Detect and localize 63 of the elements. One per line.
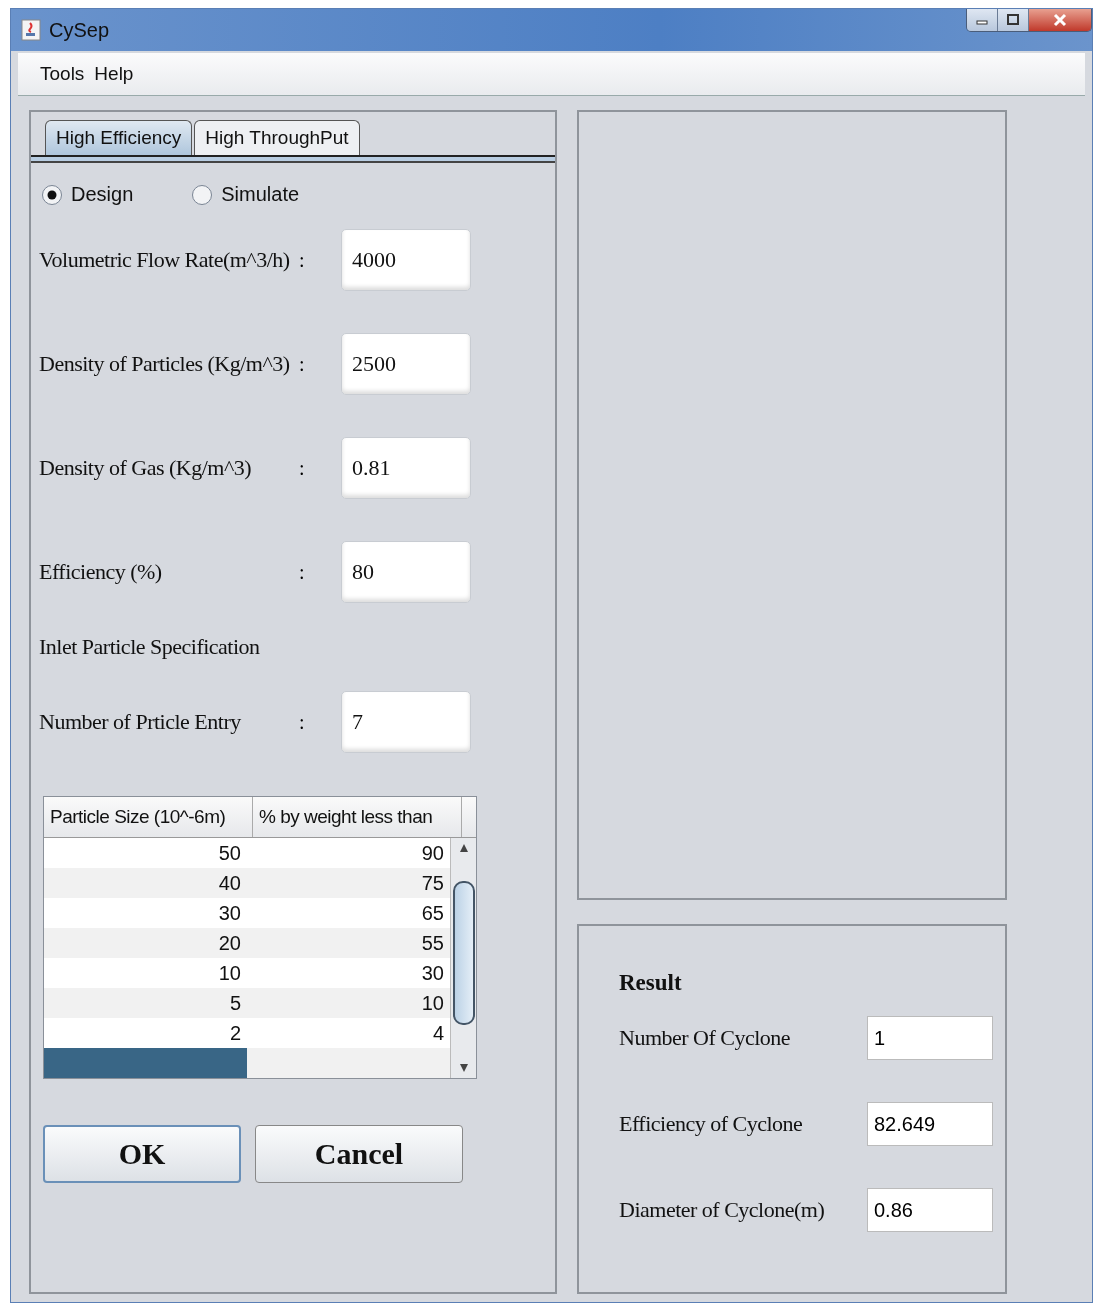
table-cell-text: 30: [217, 901, 242, 926]
colon: :: [299, 456, 306, 480]
result-field[interactable]: 82.649: [867, 1102, 993, 1146]
menu-item[interactable]: Tools: [40, 63, 85, 85]
field-label: Density of Gas (Kg/m^3): [39, 455, 253, 481]
column-header[interactable]: Particle Size (10^-6m): [44, 797, 253, 837]
maximize-icon: [1006, 14, 1020, 26]
result-label: Efficiency of Cyclone: [619, 1111, 804, 1137]
radio-label: Simulate: [221, 183, 300, 206]
table-cell-text: 10: [217, 961, 242, 986]
section-heading: Inlet Particle Specification: [38, 633, 261, 660]
table-cell-text: 30: [420, 961, 445, 986]
table-cell-text: 75: [420, 871, 445, 896]
table-cell-text: 55: [420, 931, 445, 956]
radio-option[interactable]: Simulate: [191, 183, 300, 206]
selected-cell[interactable]: [44, 1048, 247, 1078]
menu-item[interactable]: Help: [94, 63, 134, 85]
table-cell-text: 65: [420, 901, 445, 926]
result-field[interactable]: 1: [867, 1016, 993, 1060]
close-button[interactable]: [1029, 9, 1091, 31]
field-label: Efficiency (%): [39, 559, 163, 585]
input-field[interactable]: 2500: [341, 333, 471, 395]
up-arrow-icon[interactable]: [457, 842, 470, 854]
table-cell-text: 40: [217, 871, 242, 896]
radio-button[interactable]: [41, 183, 63, 206]
table-cell-text: 20: [217, 931, 242, 956]
field-label: Density of Particles (Kg/m^3): [39, 351, 291, 377]
table-cell-text: 50: [217, 841, 242, 866]
input-field[interactable]: 0.81: [341, 437, 471, 499]
close-icon: [1052, 13, 1068, 27]
result-label: Diameter of Cyclone(m): [619, 1197, 826, 1223]
colon: :: [299, 710, 306, 734]
table-cell-text: 10: [420, 991, 445, 1016]
table-cell-text: 2: [228, 1021, 242, 1046]
radio-label: Design: [71, 183, 134, 206]
maximize-button[interactable]: [998, 9, 1029, 31]
table-cell-text: 90: [420, 841, 445, 866]
input-field[interactable]: 7: [341, 691, 471, 753]
table-row[interactable]: 5 10: [44, 988, 450, 1018]
table-cell-text: 5: [228, 991, 242, 1016]
table-row[interactable]: [44, 1048, 450, 1078]
colon: :: [299, 352, 306, 376]
radio-button[interactable]: [191, 183, 214, 206]
down-arrow-icon[interactable]: [457, 1062, 470, 1074]
table-row[interactable]: 20 55: [44, 928, 450, 958]
scrollbar[interactable]: [450, 838, 476, 1078]
result-field[interactable]: 0.86: [867, 1188, 993, 1232]
colon: :: [299, 248, 306, 272]
window-title: CySep: [49, 18, 110, 42]
field-label: Number of Prticle Entry: [39, 709, 242, 735]
result-label: Number Of Cyclone: [619, 1025, 792, 1051]
colon: :: [299, 560, 306, 584]
input-field[interactable]: 4000: [341, 229, 471, 291]
dialog-button[interactable]: OK: [43, 1125, 241, 1183]
dialog-button[interactable]: Cancel: [255, 1125, 463, 1183]
input-field[interactable]: 80: [341, 541, 471, 603]
field-label: Volumetric Flow Rate(m^3/h): [39, 247, 291, 273]
result-title: Result: [619, 970, 683, 996]
table-cell-text: 4: [431, 1021, 445, 1046]
column-header[interactable]: % by weight less than: [253, 797, 462, 837]
radio-option[interactable]: Design: [41, 183, 134, 206]
scrollbar-thumb[interactable]: [452, 881, 475, 1025]
table-row[interactable]: 40 75: [44, 868, 450, 898]
